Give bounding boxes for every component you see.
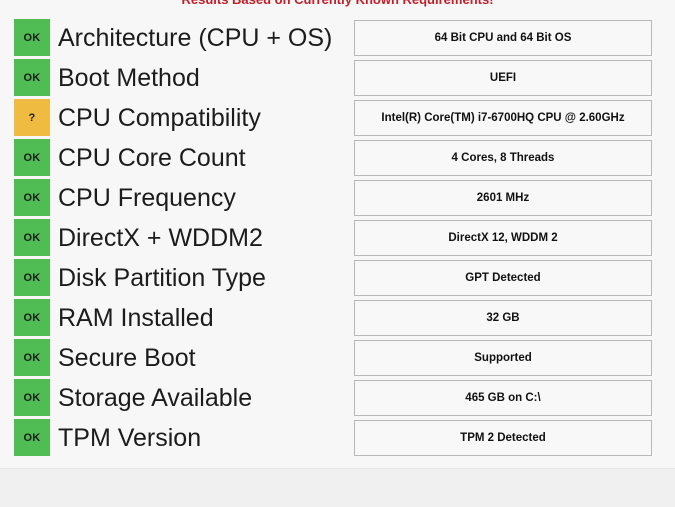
requirement-value-box: UEFI <box>354 60 652 96</box>
requirement-value-box: GPT Detected <box>354 260 652 296</box>
requirement-value-box: 465 GB on C:\ <box>354 380 652 416</box>
requirement-value: 64 Bit CPU and 64 Bit OS <box>434 32 572 44</box>
requirement-label: Architecture (CPU + OS) <box>58 24 333 52</box>
result-row: OK CPU Core Count 4 Cores, 8 Threads <box>0 138 675 178</box>
result-row: OK RAM Installed 32 GB <box>0 298 675 338</box>
status-ok-badge: OK <box>14 339 50 376</box>
requirement-value-box: 64 Bit CPU and 64 Bit OS <box>354 20 652 56</box>
requirement-label: RAM Installed <box>58 304 214 332</box>
requirement-value: Intel(R) Core(TM) i7-6700HQ CPU @ 2.60GH… <box>381 112 625 124</box>
results-list: OK Architecture (CPU + OS) 64 Bit CPU and … <box>0 18 675 458</box>
requirement-value: Supported <box>474 352 532 364</box>
requirement-value: 465 GB on C:\ <box>465 392 541 404</box>
requirement-label: Storage Available <box>58 384 253 412</box>
status-ok-badge: OK <box>14 259 50 296</box>
requirement-value-box: Supported <box>354 340 652 376</box>
results-panel: Results Based on Currently Known Require… <box>0 0 675 469</box>
result-row: OK Storage Available 465 GB on C:\ <box>0 378 675 418</box>
page-title: Results Based on Currently Known Require… <box>0 0 675 7</box>
requirement-value: DirectX 12, WDDM 2 <box>448 232 558 244</box>
requirement-label: Disk Partition Type <box>58 264 266 292</box>
status-ok-badge: OK <box>14 379 50 416</box>
requirement-label: TPM Version <box>58 424 202 452</box>
result-row: OK Disk Partition Type GPT Detected <box>0 258 675 298</box>
result-row: OK Architecture (CPU + OS) 64 Bit CPU and … <box>0 18 675 58</box>
requirement-value: UEFI <box>489 72 517 84</box>
result-row: OK DirectX + WDDM2 DirectX 12, WDDM 2 <box>0 218 675 258</box>
result-row: OK CPU Frequency 2601 MHz <box>0 178 675 218</box>
requirement-value-box: TPM 2 Detected <box>354 420 652 456</box>
requirement-value-box: 4 Cores, 8 Threads <box>354 140 652 176</box>
status-ok-badge: OK <box>14 19 50 56</box>
requirement-value-box: DirectX 12, WDDM 2 <box>354 220 652 256</box>
requirement-value-box: 32 GB <box>354 300 652 336</box>
result-row: ? CPU Compatibility Intel(R) Core(TM) i7-6… <box>0 98 675 138</box>
result-row: OK TPM Version TPM 2 Detected <box>0 418 675 458</box>
requirement-label: CPU Core Count <box>58 144 246 172</box>
status-ok-badge: OK <box>14 139 50 176</box>
status-ok-badge: OK <box>14 299 50 336</box>
status-ok-badge: OK <box>14 179 50 216</box>
status-ok-badge: OK <box>14 219 50 256</box>
status-ok-badge: OK <box>14 59 50 96</box>
requirement-value: GPT Detected <box>465 272 541 284</box>
requirement-value: TPM 2 Detected <box>460 432 546 444</box>
requirement-label: CPU Compatibility <box>58 104 261 132</box>
requirement-label: Boot Method <box>58 64 200 92</box>
result-row: OK Boot Method UEFI <box>0 58 675 98</box>
result-row: OK Secure Boot Supported <box>0 338 675 378</box>
requirement-value: 32 GB <box>486 312 520 324</box>
status-ok-badge: OK <box>14 419 50 456</box>
requirement-label: CPU Frequency <box>58 184 236 212</box>
footer-strip <box>0 469 675 507</box>
requirement-value-box: 2601 MHz <box>354 180 652 216</box>
requirement-label: DirectX + WDDM2 <box>58 224 263 252</box>
status-warning-badge: ? <box>14 99 50 136</box>
requirement-value: 2601 MHz <box>476 192 530 204</box>
requirement-value-box: Intel(R) Core(TM) i7-6700HQ CPU @ 2.60GH… <box>354 100 652 136</box>
requirement-label: Secure Boot <box>58 344 196 372</box>
requirement-value: 4 Cores, 8 Threads <box>451 152 555 164</box>
